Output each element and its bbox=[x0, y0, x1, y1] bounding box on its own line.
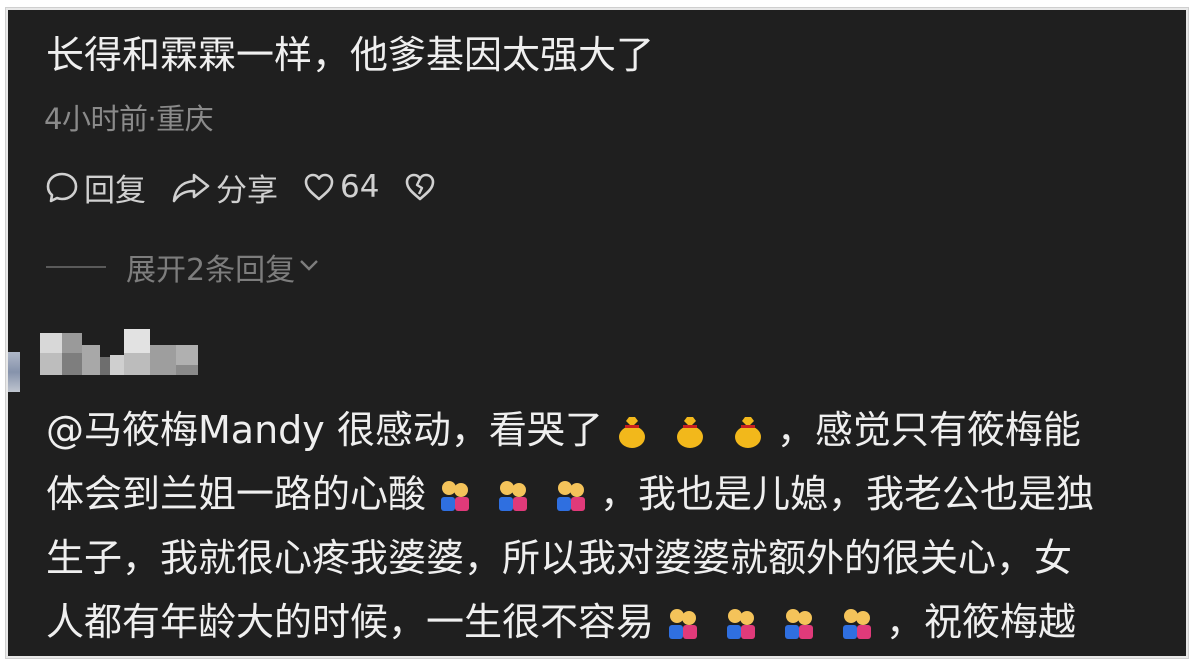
hugging-people-emoji bbox=[499, 481, 528, 511]
money-bag-emoji bbox=[676, 417, 703, 448]
hugging-people-emoji bbox=[785, 609, 814, 639]
broken-heart-icon bbox=[403, 170, 437, 204]
dislike-button[interactable] bbox=[403, 170, 437, 204]
reply-line-text: @马筱梅Mandy 很感动，看哭了 bbox=[46, 408, 603, 452]
like-button[interactable]: 64 bbox=[302, 169, 379, 205]
divider-line bbox=[46, 266, 106, 268]
comment-panel: 长得和霖霖一样，他爹基因太强大了 4小时前·重庆 回复 分享 64 展开2条回复… bbox=[8, 10, 1186, 656]
chevron-down-icon bbox=[297, 250, 321, 285]
username-mosaic[interactable] bbox=[40, 323, 200, 379]
share-label: 分享 bbox=[216, 172, 278, 209]
comment-text: 长得和霖霖一样，他爹基因太强大了 bbox=[46, 33, 655, 77]
hugging-people-emoji bbox=[557, 481, 586, 511]
reply-line-text: 体会到兰姐一路的心酸 bbox=[46, 472, 427, 516]
money-bag-emoji bbox=[734, 417, 761, 448]
reply-line: 生子，我就很心疼我婆婆，所以我对婆婆就额外的很关心，女 bbox=[46, 536, 1073, 580]
reply-line: @马筱梅Mandy 很感动，看哭了 ，感觉只有筱梅能 bbox=[46, 398, 1166, 462]
hugging-people-emoji bbox=[843, 609, 872, 639]
reply-button[interactable]: 回复 bbox=[44, 165, 146, 210]
comment-actions: 回复 分享 64 bbox=[44, 165, 461, 209]
money-bag-emoji bbox=[618, 417, 645, 448]
reply-text: @马筱梅Mandy 很感动，看哭了 ，感觉只有筱梅能 体会到兰姐一路的心酸 ，我也是… bbox=[46, 398, 1166, 654]
hugging-people-emoji bbox=[727, 609, 756, 639]
reply-label: 回复 bbox=[84, 172, 146, 209]
reply-line-text: ，感觉只有筱梅能 bbox=[776, 408, 1081, 452]
comment-meta: 4小时前·重庆 bbox=[44, 102, 214, 136]
share-button[interactable]: 分享 bbox=[170, 165, 278, 210]
expand-replies-button[interactable]: 展开2条回复 bbox=[46, 244, 321, 290]
reply-line-text: ，祝筱梅越 bbox=[886, 600, 1077, 644]
avatar[interactable] bbox=[8, 352, 20, 392]
reply-line-text: ，我也是儿媳，我老公也是独 bbox=[600, 472, 1095, 516]
reply-line-text: 人都有年龄大的时候，一生很不容易 bbox=[46, 600, 655, 644]
reply-line: 人都有年龄大的时候，一生很不容易 ，祝筱梅越 bbox=[46, 590, 1166, 654]
like-count: 64 bbox=[340, 169, 380, 205]
reply-line: 体会到兰姐一路的心酸 ，我也是儿媳，我老公也是独 bbox=[46, 462, 1166, 526]
heart-icon bbox=[302, 170, 336, 204]
hugging-people-emoji bbox=[441, 481, 470, 511]
expand-replies-label: 展开2条回复 bbox=[126, 253, 296, 288]
comment-bubble-icon bbox=[44, 169, 80, 205]
share-arrow-icon bbox=[170, 169, 212, 205]
hugging-people-emoji bbox=[669, 609, 698, 639]
